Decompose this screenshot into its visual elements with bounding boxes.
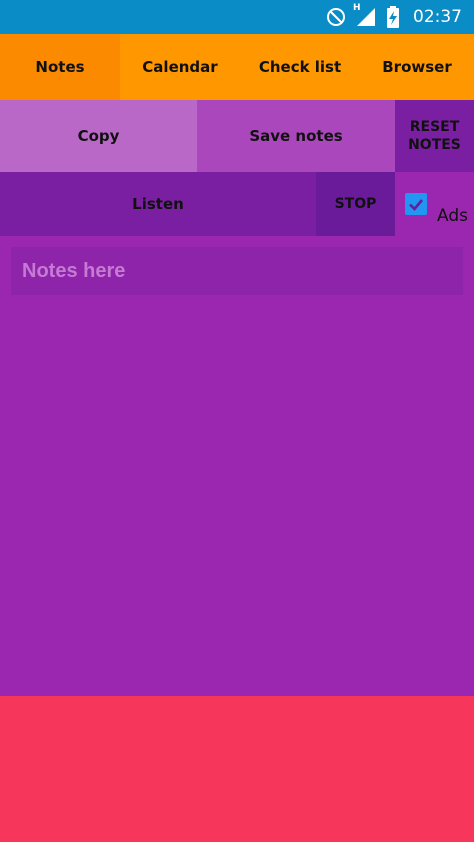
status-time: 02:37 [413,7,462,27]
checkmark-icon [409,199,423,211]
ads-toggle[interactable]: Ads [395,172,474,236]
listen-row: Listen STOP Ads [0,172,474,236]
save-notes-button[interactable]: Save notes [197,100,395,172]
do-not-disturb-icon [326,7,346,27]
battery-charging-icon [386,6,400,28]
cell-signal-icon: H [353,3,377,27]
ads-checkbox[interactable] [405,193,427,215]
copy-button[interactable]: Copy [0,100,197,172]
tab-browser[interactable]: Browser [360,34,474,100]
tab-check-list[interactable]: Check list [240,34,360,100]
reset-notes-button[interactable]: RESET NOTES [395,100,474,172]
listen-button[interactable]: Listen [0,172,316,236]
tab-calendar[interactable]: Calendar [120,34,240,100]
ad-banner-area [0,696,474,842]
stop-button[interactable]: STOP [316,172,395,236]
notes-input[interactable] [11,247,463,295]
tab-bar: Notes Calendar Check list Browser [0,34,474,100]
network-type-label: H [353,3,361,13]
reset-notes-label: RESET NOTES [408,119,461,153]
action-row: Copy Save notes RESET NOTES [0,100,474,172]
tab-notes[interactable]: Notes [0,34,120,100]
status-bar: H 02:37 [0,0,474,34]
ads-label: Ads [437,206,468,226]
